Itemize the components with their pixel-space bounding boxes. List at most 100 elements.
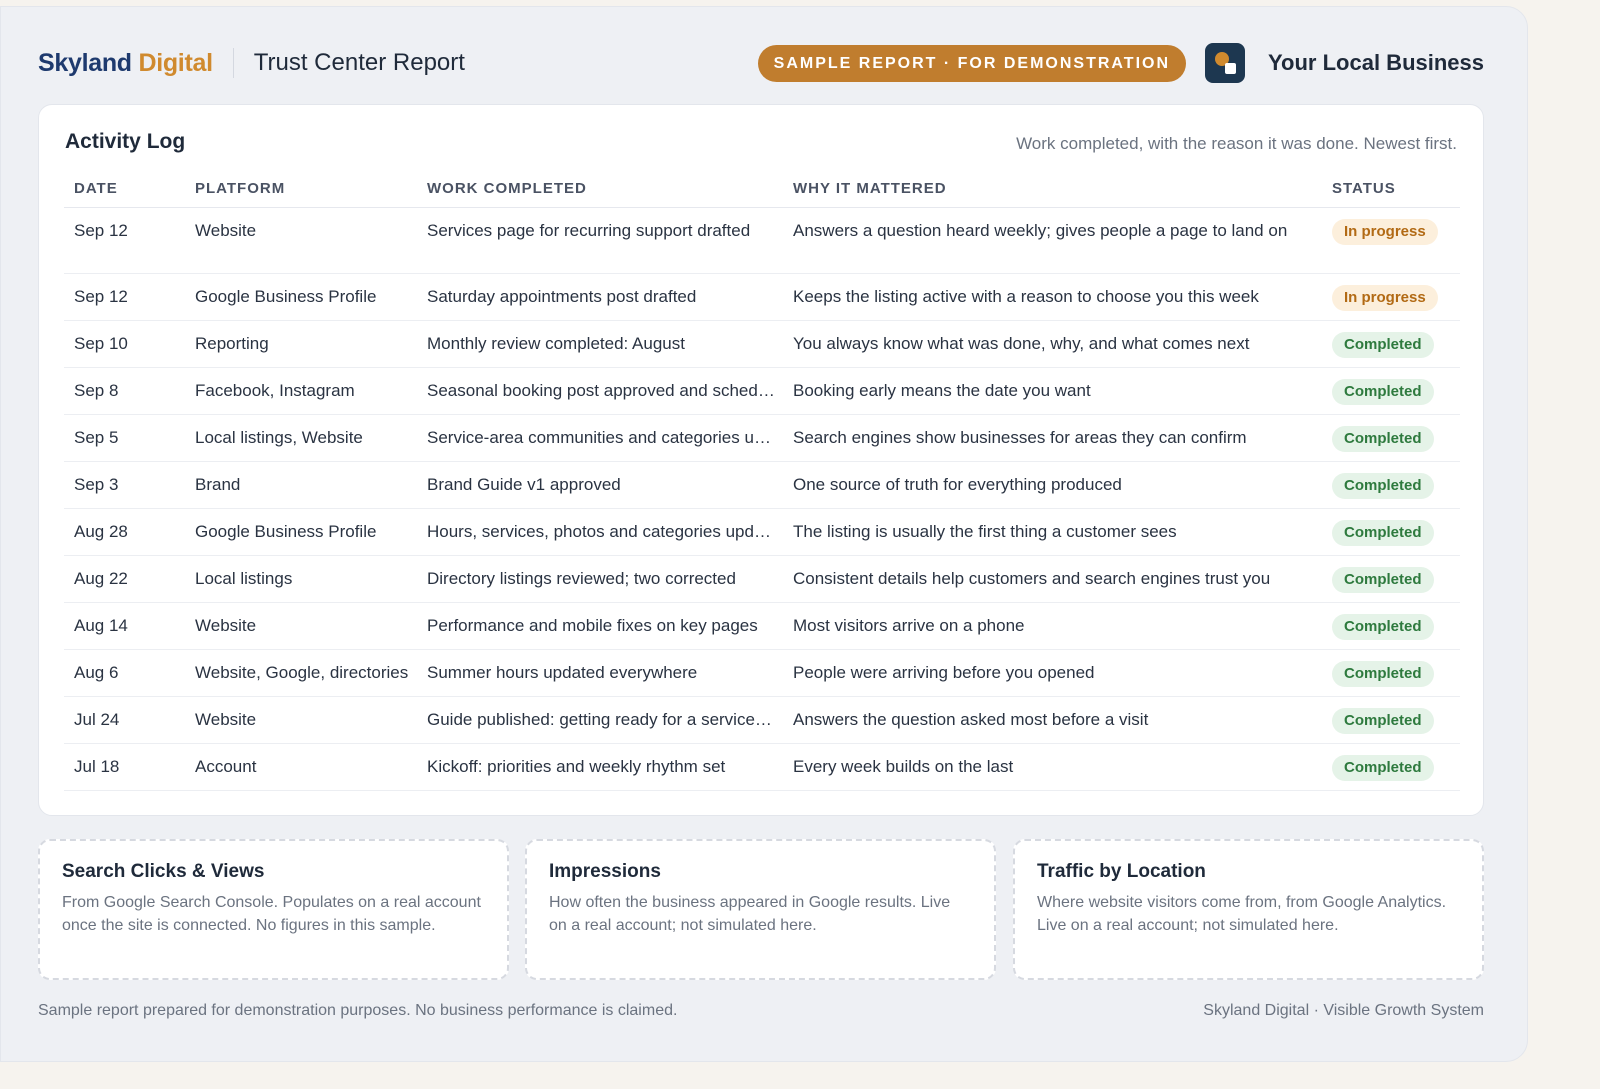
cell-date: Jul 18 (64, 743, 185, 791)
cell-work: Performance and mobile fixes on key page… (417, 602, 783, 650)
cell-platform: Reporting (185, 320, 417, 368)
panel-title: Search Clicks & Views (62, 861, 265, 882)
cell-work: Brand Guide v1 approved (417, 461, 783, 509)
logo-square-icon (1225, 63, 1237, 74)
cell-why: The listing is usually the first thing a… (783, 508, 1322, 556)
status-badge: Completed (1332, 566, 1434, 593)
table-row[interactable]: Sep 5 Local listings, Website Service-area… (64, 414, 1460, 462)
footer-disclaimer: Sample report prepared for demonstration… (38, 1002, 678, 1019)
status-badge: Completed (1332, 613, 1434, 640)
panel-text: How often the business appeared in Googl… (549, 894, 951, 934)
cell-status: Completed (1322, 414, 1460, 462)
status-badge: Completed (1332, 754, 1434, 781)
status-badge: Completed (1332, 378, 1434, 405)
status-badge: Completed (1332, 331, 1434, 358)
business-logo-icon (1205, 43, 1246, 83)
business-name: Your Local Business (1268, 50, 1484, 75)
cell-status: Completed (1322, 649, 1460, 697)
cell-date: Sep 12 (64, 207, 185, 274)
cell-why: Consistent details help customers and se… (783, 555, 1322, 603)
column-header-work[interactable]: WORK COMPLETED (417, 171, 783, 208)
cell-platform: Facebook, Instagram (185, 367, 417, 415)
cell-date: Sep 12 (64, 273, 185, 321)
brand-name-part2: Digital (138, 48, 213, 77)
table-row[interactable]: Aug 22 Local listings Directory listings r… (64, 555, 1460, 603)
traffic-location-panel: Traffic by Location Where website visito… (1013, 839, 1484, 980)
cell-work: Kickoff: priorities and weekly rhythm se… (417, 743, 783, 791)
cell-work: Summer hours updated everywhere (417, 649, 783, 697)
status-badge: Completed (1332, 519, 1434, 546)
panel-title: Traffic by Location (1037, 861, 1206, 882)
footer-credit: Skyland Digital · Visible Growth System (1203, 1002, 1484, 1019)
activity-log-body: Sep 12 Website Services page for recurring… (64, 207, 1460, 791)
cell-work: Directory listings reviewed; two correct… (417, 555, 783, 603)
cell-status: Completed (1322, 743, 1460, 791)
cell-status: Completed (1322, 696, 1460, 744)
cell-date: Sep 5 (64, 414, 185, 462)
cell-work: Services page for recurring support draf… (417, 207, 783, 274)
panel-text: Where website visitors come from, from G… (1037, 894, 1447, 934)
activity-log-table: DATE PLATFORM WORK COMPLETED WHY IT MATT… (64, 171, 1460, 791)
header-divider (232, 48, 234, 78)
table-row[interactable]: Jul 24 Website Guide published: getting re… (64, 696, 1460, 744)
cell-date: Sep 8 (64, 367, 185, 415)
table-row[interactable]: Aug 28 Google Business Profile Hours, serv… (64, 508, 1460, 556)
cell-date: Aug 22 (64, 555, 185, 603)
activity-log-title: Activity Log (65, 130, 186, 153)
table-row[interactable]: Aug 6 Website, Google, directories Summer … (64, 649, 1460, 697)
cell-work: Seasonal booking post approved and sched… (417, 367, 783, 415)
table-row[interactable]: Aug 14 Website Performance and mobile fixe… (64, 602, 1460, 650)
status-badge: In progress (1332, 218, 1438, 245)
table-row[interactable]: Sep 12 Website Services page for recurring… (64, 207, 1460, 274)
activity-log-subtitle: Work completed, with the reason it was d… (1016, 134, 1457, 153)
cell-status: Completed (1322, 555, 1460, 603)
table-row[interactable]: Sep 8 Facebook, Instagram Seasonal booking… (64, 367, 1460, 415)
activity-log-card: Activity Log Work completed, with the re… (38, 104, 1484, 816)
cell-date: Sep 10 (64, 320, 185, 368)
report-header: Skyland Digital Trust Center Report SAMP… (38, 38, 1484, 88)
brand-logo[interactable]: Skyland Digital (38, 49, 213, 78)
cell-why: One source of truth for everything produ… (783, 461, 1322, 509)
cell-why: Answers the question asked most before a… (783, 696, 1322, 744)
search-clicks-panel: Search Clicks & Views From Google Search… (38, 839, 509, 980)
status-badge: Completed (1332, 660, 1434, 687)
report-title: Trust Center Report (253, 49, 465, 76)
table-header-row: DATE PLATFORM WORK COMPLETED WHY IT MATT… (64, 171, 1460, 208)
cell-platform: Google Business Profile (185, 508, 417, 556)
column-header-why[interactable]: WHY IT MATTERED (783, 171, 1322, 208)
status-badge: In progress (1332, 284, 1438, 311)
cell-date: Aug 6 (64, 649, 185, 697)
cell-status: Completed (1322, 320, 1460, 368)
cell-status: Completed (1322, 508, 1460, 556)
cell-status: Completed (1322, 367, 1460, 415)
column-header-platform[interactable]: PLATFORM (185, 171, 417, 208)
cell-platform: Google Business Profile (185, 273, 417, 321)
cell-why: Keeps the listing active with a reason t… (783, 273, 1322, 321)
cell-work: Saturday appointments post drafted (417, 273, 783, 321)
sample-report-badge: SAMPLE REPORT · FOR DEMONSTRATION (757, 44, 1187, 82)
cell-status: In progress (1322, 273, 1460, 321)
table-row[interactable]: Sep 3 Brand Brand Guide v1 approved One sou… (64, 461, 1460, 509)
cell-platform: Website (185, 696, 417, 744)
cell-platform: Local listings (185, 555, 417, 603)
panel-title: Impressions (549, 861, 661, 882)
cell-why: Search engines show businesses for areas… (783, 414, 1322, 462)
status-badge: Completed (1332, 707, 1434, 734)
cell-status: Completed (1322, 602, 1460, 650)
cell-platform: Local listings, Website (185, 414, 417, 462)
table-row[interactable]: Sep 12 Google Business Profile Saturday ap… (64, 273, 1460, 321)
status-badge: Completed (1332, 472, 1434, 499)
cell-why: You always know what was done, why, and … (783, 320, 1322, 368)
cell-why: Most visitors arrive on a phone (783, 602, 1322, 650)
column-header-status[interactable]: STATUS (1322, 171, 1460, 208)
cell-why: People were arriving before you opened (783, 649, 1322, 697)
cell-work: Service-area communities and categories … (417, 414, 783, 462)
table-row[interactable]: Jul 18 Account Kickoff: priorities and wee… (64, 743, 1460, 791)
cell-why: Answers a question heard weekly; gives p… (783, 207, 1322, 274)
column-header-date[interactable]: DATE (64, 171, 185, 208)
cell-work: Guide published: getting ready for a ser… (417, 696, 783, 744)
panel-text: From Google Search Console. Populates on… (62, 894, 481, 934)
cell-why: Every week builds on the last (783, 743, 1322, 791)
table-row[interactable]: Sep 10 Reporting Monthly review completed:… (64, 320, 1460, 368)
cell-platform: Brand (185, 461, 417, 509)
